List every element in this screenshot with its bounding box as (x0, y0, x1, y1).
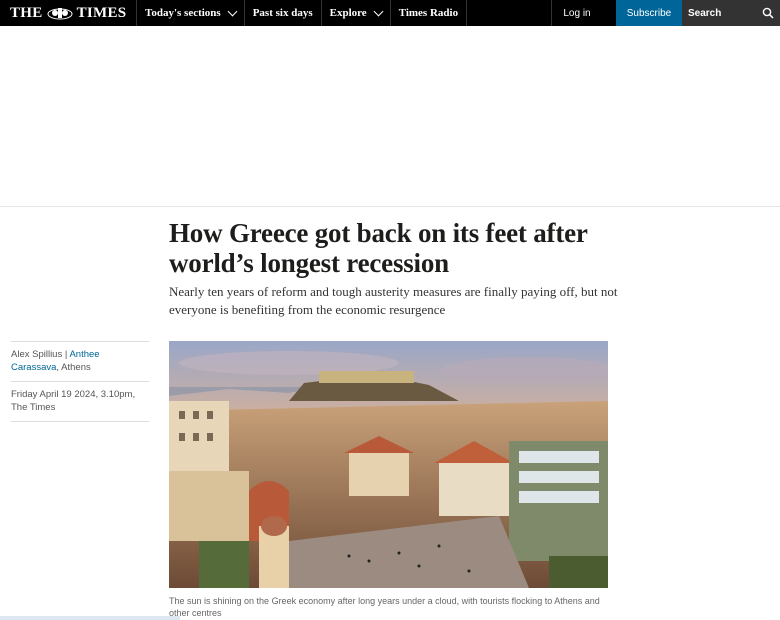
times-logo[interactable]: THE TIMES (0, 0, 137, 26)
nav-label: Today's sections (145, 7, 221, 19)
search-label: Search (688, 7, 722, 19)
publication-name: The Times (11, 402, 56, 413)
chevron-down-icon (373, 6, 384, 16)
nav-todays-sections[interactable]: Today's sections (137, 0, 245, 26)
nav-label: Past six days (252, 7, 313, 19)
top-navigation: THE TIMES Today's sections Past six days… (0, 0, 780, 26)
byline: Alex Spillius | Anthee Carassava, Athens… (11, 341, 149, 422)
article-standfirst: Nearly ten years of reform and tough aus… (169, 284, 618, 317)
nav-label: Times Radio (398, 7, 459, 19)
byline-dateline: Friday April 19 2024, 3.10pm, The Times (11, 381, 149, 422)
search-button[interactable]: Search (682, 0, 780, 26)
login-button[interactable]: Log in (551, 0, 602, 26)
nav-explore[interactable]: Explore (322, 0, 391, 26)
logo-text-times: TIMES (76, 4, 127, 21)
image-caption: The sun is shining on the Greek economy … (169, 596, 600, 618)
nav-past-six-days[interactable]: Past six days (245, 0, 322, 26)
author-location: , Athens (56, 362, 91, 373)
logo-text-the: THE (10, 4, 43, 21)
publish-date: Friday April 19 2024, 3.10pm, (11, 389, 136, 400)
royal-crest-icon (47, 8, 73, 20)
article-photo (169, 341, 608, 588)
chevron-down-icon (227, 6, 238, 16)
bottom-scroll-indicator (0, 616, 180, 620)
advertisement-slot (0, 26, 780, 207)
search-icon (762, 7, 774, 19)
byline-authors: Alex Spillius | Anthee Carassava, Athens (11, 341, 149, 381)
subscribe-button[interactable]: Subscribe (616, 0, 682, 26)
nav-label: Explore (329, 7, 367, 19)
nav-times-radio[interactable]: Times Radio (391, 0, 468, 26)
athens-cityscape-image (169, 341, 608, 588)
article-headline: How Greece got back on its feet after wo… (169, 218, 588, 278)
author-name: Alex Spillius | (11, 349, 70, 360)
